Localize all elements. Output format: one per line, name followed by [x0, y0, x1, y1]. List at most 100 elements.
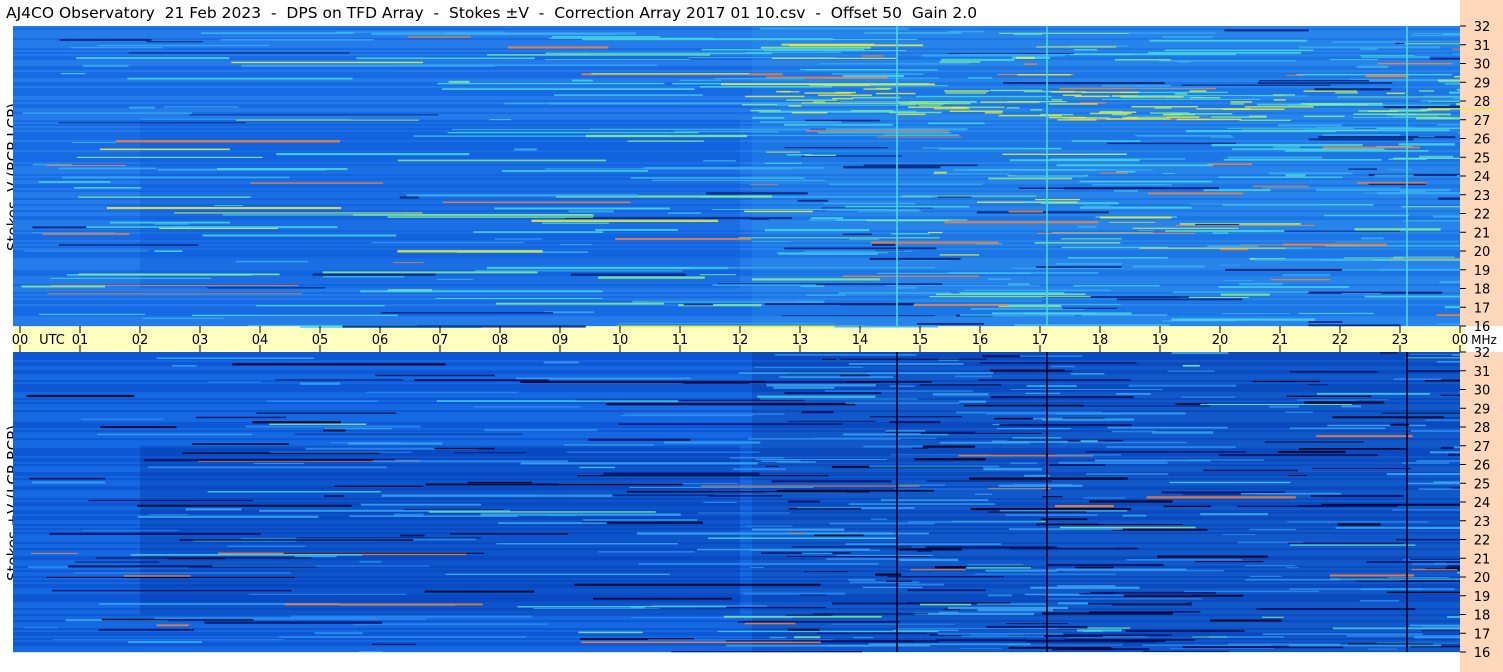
signal-streak — [786, 99, 837, 101]
signal-streak — [75, 561, 160, 563]
signal-streak — [1143, 650, 1229, 652]
signal-streak — [977, 609, 1053, 612]
signal-streak — [1270, 279, 1331, 281]
signal-streak — [840, 303, 913, 306]
signal-streak — [738, 372, 994, 374]
signal-streak — [353, 623, 548, 626]
signal-streak — [1009, 528, 1123, 530]
signal-streak — [520, 380, 766, 384]
signal-streak — [648, 639, 834, 641]
signal-streak — [487, 54, 711, 56]
signal-streak — [1147, 192, 1244, 195]
signal-streak — [699, 86, 833, 88]
signal-streak — [988, 278, 1012, 280]
signal-streak — [24, 250, 149, 252]
signal-streak — [1107, 142, 1236, 145]
signal-streak — [167, 557, 225, 560]
signal-streak — [137, 515, 319, 518]
signal-streak — [1388, 577, 1450, 579]
signal-streak — [1189, 90, 1207, 92]
signal-streak — [1314, 88, 1391, 91]
signal-streak — [1286, 74, 1304, 76]
signal-streak — [1057, 585, 1116, 587]
signal-streak — [759, 27, 909, 30]
signal-streak — [1077, 225, 1097, 228]
signal-streak — [999, 424, 1132, 427]
signal-streak — [1120, 115, 1209, 117]
signal-streak — [842, 233, 872, 236]
signal-streak — [1252, 380, 1320, 383]
signal-streak — [1335, 241, 1458, 243]
signal-streak — [1438, 80, 1460, 83]
signal-streak — [823, 202, 916, 205]
signal-streak — [752, 116, 785, 119]
signal-streak — [668, 212, 702, 214]
signal-streak — [1380, 352, 1398, 354]
signal-streak — [1399, 190, 1426, 193]
signal-streak — [192, 443, 289, 445]
signal-streak — [269, 423, 367, 425]
signal-streak — [156, 624, 189, 627]
signal-streak — [922, 147, 1024, 149]
signal-streak — [300, 382, 341, 385]
signal-streak — [249, 593, 407, 595]
mhz-tick-label: 30 — [1474, 58, 1491, 73]
signal-streak — [823, 51, 839, 53]
signal-streak — [1399, 580, 1460, 582]
signal-streak — [1411, 569, 1458, 571]
signal-streak — [1010, 389, 1163, 390]
signal-streak — [1113, 189, 1138, 192]
signal-streak — [697, 548, 870, 551]
signal-streak — [638, 563, 879, 565]
signal-streak — [1162, 173, 1175, 174]
signal-streak — [1456, 571, 1460, 574]
signal-streak — [579, 466, 615, 469]
signal-streak — [387, 216, 594, 218]
signal-streak — [805, 130, 949, 132]
signal-streak — [706, 192, 808, 195]
signal-streak — [945, 92, 987, 94]
signal-streak — [744, 210, 813, 213]
signal-streak — [1277, 450, 1346, 454]
signal-streak — [1329, 574, 1414, 577]
signal-streak — [342, 325, 586, 328]
signal-streak — [787, 532, 804, 534]
signal-streak — [794, 636, 821, 639]
signal-streak — [776, 252, 888, 254]
signal-streak — [978, 379, 1131, 381]
mhz-tick-label: 29 — [1474, 76, 1491, 91]
signal-streak — [898, 583, 944, 586]
signal-streak — [968, 77, 993, 79]
signal-streak — [914, 612, 1034, 616]
signal-streak — [324, 495, 345, 498]
signal-streak — [750, 566, 764, 568]
signal-streak — [953, 169, 1096, 171]
signal-streak — [192, 314, 398, 317]
mhz-tick-label: 18 — [1474, 283, 1491, 298]
signal-streak — [1444, 83, 1460, 85]
signal-streak — [1386, 92, 1405, 95]
signal-streak — [1012, 437, 1062, 439]
signal-streak — [1007, 283, 1030, 285]
signal-streak — [236, 260, 308, 263]
signal-streak — [1423, 95, 1460, 97]
signal-streak — [765, 162, 802, 164]
mhz-tick-label: 24 — [1474, 170, 1491, 185]
signal-streak — [876, 136, 962, 138]
signal-streak — [1453, 53, 1460, 55]
mhz-tick-label: 22 — [1474, 534, 1491, 549]
signal-streak — [765, 465, 779, 467]
signal-streak — [1287, 475, 1307, 477]
signal-streak — [1259, 80, 1370, 82]
signal-streak — [1443, 33, 1460, 35]
signal-streak — [1436, 314, 1460, 316]
quiet-region — [140, 445, 740, 615]
signal-streak — [217, 168, 348, 171]
signal-streak — [845, 205, 969, 208]
signal-streak — [1410, 429, 1460, 432]
signal-streak — [568, 210, 614, 213]
signal-streak — [1126, 559, 1242, 561]
signal-streak — [948, 606, 1069, 610]
signal-streak — [220, 39, 374, 41]
signal-streak — [47, 293, 303, 295]
